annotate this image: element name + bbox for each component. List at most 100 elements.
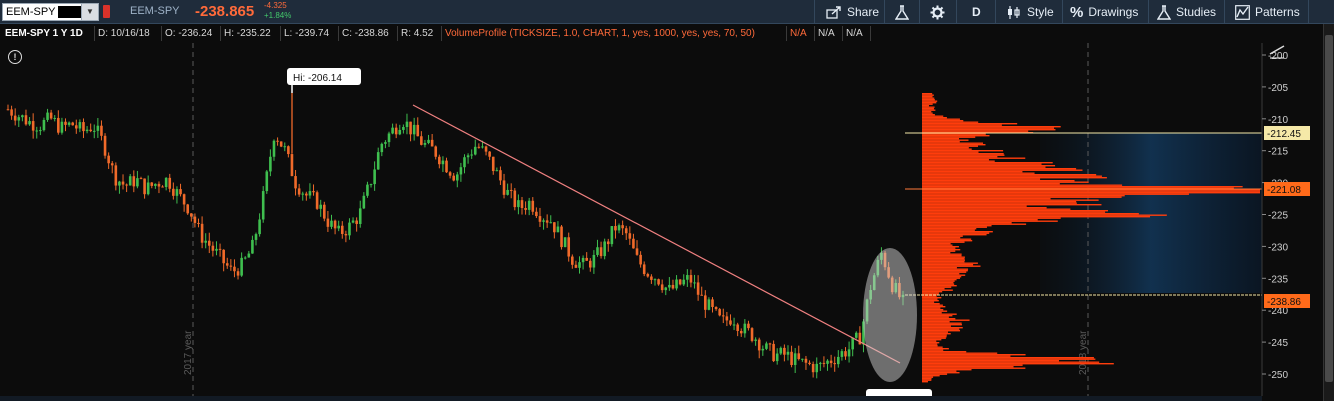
candle-body <box>272 140 276 157</box>
volume-profile-bar <box>922 115 944 117</box>
highlight-ellipse[interactable] <box>863 248 917 382</box>
candle-body <box>596 247 599 255</box>
volume-profile-bar <box>922 175 1102 177</box>
volume-profile-bar <box>922 345 938 347</box>
candle-body <box>323 204 326 219</box>
volume-profile-bar <box>922 103 933 105</box>
side-scrollbar[interactable] <box>1325 35 1333 382</box>
candle-body <box>197 222 200 224</box>
volume-profile-bar <box>922 186 1243 188</box>
candle-body <box>233 266 236 272</box>
volume-profile-bar <box>922 267 957 269</box>
percent-icon: % <box>1070 3 1084 21</box>
candle-body <box>545 220 549 223</box>
volume-profile-bar <box>922 105 929 107</box>
candle-body <box>154 183 157 186</box>
settings-button[interactable] <box>930 0 950 24</box>
candle-body <box>847 349 851 357</box>
candle-body <box>441 160 445 165</box>
candle-body <box>592 254 596 268</box>
divider <box>884 0 885 24</box>
volume-profile-bar <box>922 216 1151 218</box>
candle-body <box>39 130 42 132</box>
trendline[interactable] <box>412 104 901 364</box>
candle-body <box>251 239 254 254</box>
volume-profile-bar <box>922 330 961 332</box>
candle-body <box>362 195 366 209</box>
volume-profile-bar <box>922 303 940 305</box>
volume-profile-bar <box>922 255 962 257</box>
candle-body <box>222 249 225 264</box>
volume-profile-bar <box>922 379 932 381</box>
candle-body <box>815 363 819 373</box>
volume-profile-bar <box>922 193 1189 195</box>
volume-profile-bar <box>922 160 995 162</box>
flask-button[interactable] <box>895 0 914 24</box>
candle-body <box>632 238 635 249</box>
candle-body <box>765 343 768 349</box>
candle-body <box>617 225 621 231</box>
candle-body <box>294 176 297 189</box>
chevron-down-icon[interactable]: ▼ <box>81 4 98 20</box>
volume-profile-bar <box>922 366 1014 368</box>
study-label[interactable]: VolumeProfile (TICKSIZE, 1.0, CHART, 1, … <box>442 26 787 41</box>
candle-body <box>128 176 132 186</box>
volume-profile-bar <box>922 238 972 240</box>
candlestick-icon <box>1008 5 1020 19</box>
symbol-input[interactable]: EEM-SPY ▼ <box>2 3 99 21</box>
volume-profile-bar <box>922 270 968 272</box>
candle-body <box>761 348 765 351</box>
candle-body <box>269 156 272 172</box>
candle-body <box>581 257 585 263</box>
candle-body <box>17 117 21 121</box>
volume-profile-bar <box>922 336 947 338</box>
candle-body <box>412 124 416 135</box>
volume-profile-bar <box>922 264 974 266</box>
volume-profile-bar <box>922 136 976 138</box>
drawings-button[interactable]: % Drawings <box>1070 0 1138 24</box>
candle-body <box>35 130 39 132</box>
volume-profile-bar <box>922 241 965 243</box>
candle-body <box>826 360 829 364</box>
candle-body <box>704 295 707 310</box>
candle-body <box>725 316 729 321</box>
info-icon[interactable]: ! <box>8 50 22 64</box>
candle-body <box>844 351 847 357</box>
style-button[interactable]: Style <box>1006 0 1054 24</box>
candle-body <box>157 183 161 187</box>
share-button[interactable]: Share <box>826 0 879 24</box>
patterns-button[interactable]: Patterns <box>1235 0 1300 24</box>
candle-body <box>599 247 603 257</box>
candle-body <box>793 353 797 365</box>
volume-profile-bar <box>922 163 1042 165</box>
bar-date: D: 10/16/18 <box>95 26 162 41</box>
price-chart[interactable]: 2017 year 2018 year Hi: -206.14 -200-205… <box>0 43 1323 396</box>
studies-button[interactable]: Studies <box>1157 0 1216 24</box>
volume-profile-bar <box>922 231 993 233</box>
candle-body <box>89 129 92 132</box>
volume-profile-bar <box>922 354 1026 356</box>
candle-body <box>103 135 107 156</box>
candle-body <box>747 323 750 329</box>
candle-body <box>736 324 739 331</box>
aggregation-button[interactable]: D <box>972 0 981 24</box>
drawings-label: Drawings <box>1088 5 1139 19</box>
candle-body <box>657 279 660 285</box>
volume-profile-bar <box>922 228 977 230</box>
flask-icon <box>895 4 909 20</box>
symbol-input-value[interactable]: EEM-SPY <box>6 6 56 18</box>
alert-flag-icon[interactable] <box>103 5 110 18</box>
divider <box>1062 0 1063 24</box>
candle-body <box>366 184 369 196</box>
volume-profile-bar <box>922 141 960 143</box>
candle-body <box>463 157 466 168</box>
candle-body <box>517 200 520 208</box>
style-label: Style <box>1027 5 1054 19</box>
volume-profile-bar <box>922 247 956 249</box>
volume-profile-bar <box>922 204 1102 206</box>
volume-profile-bar <box>922 348 949 350</box>
candle-body <box>588 260 592 268</box>
candle-body <box>78 122 82 129</box>
volume-profile-bar <box>922 117 947 119</box>
candle-body <box>732 324 736 326</box>
